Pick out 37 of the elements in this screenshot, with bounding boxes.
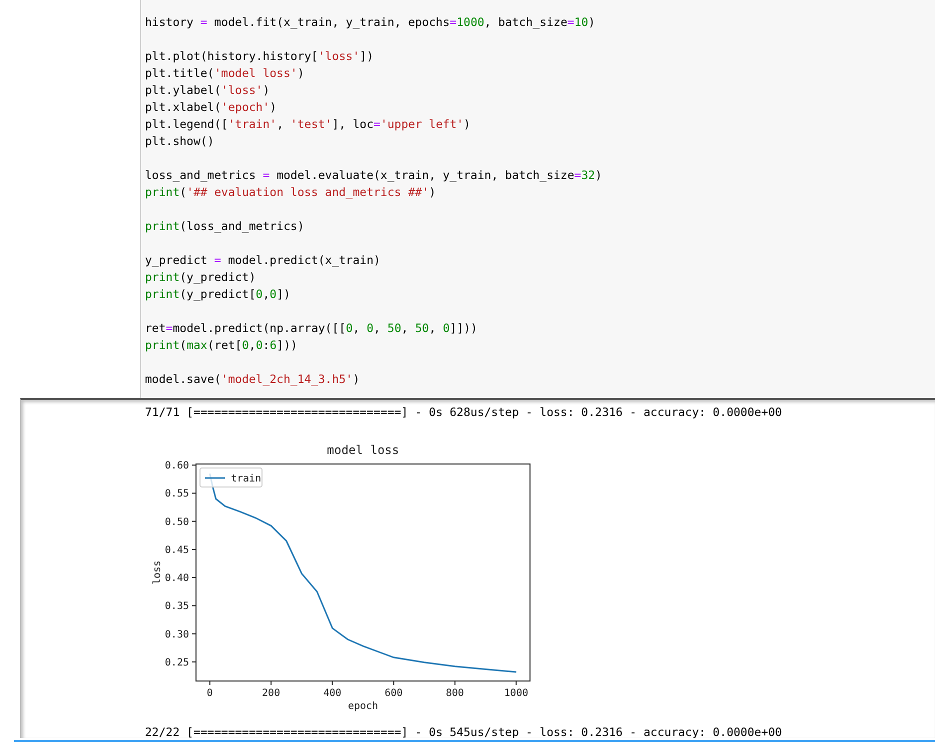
code-line: y_predict = model.predict(x_train): [145, 252, 380, 269]
x-tick-label: 1000: [504, 688, 528, 699]
legend-label: train: [231, 474, 262, 484]
code-cell[interactable]: [140, 0, 935, 398]
code-line: print(y_predict[0,0]): [145, 286, 290, 303]
code-line: loss_and_metrics = model.evaluate(x_train, y_train, batch_size=32): [145, 167, 602, 184]
log-line: 71/71 [==============================] - 0s 628us/step - loss: 0.2316 - accuracy: 0.0000e+00: [145, 404, 782, 421]
x-axis-label: epoch: [348, 701, 378, 712]
x-tick-label: 0: [206, 688, 213, 699]
x-tick-label: 400: [323, 688, 342, 699]
code-line: plt.legend(['train', 'test'], loc='upper left'): [145, 116, 470, 133]
y-tick-label: 0.55: [164, 488, 189, 500]
y-axis-label: loss: [152, 560, 163, 585]
code-line: plt.title('model loss'): [145, 65, 304, 82]
y-tick-label: 0.45: [164, 544, 189, 556]
code-line: print('## evaluation loss and_metrics ##'): [145, 184, 436, 201]
x-tick-label: 600: [384, 688, 403, 699]
code-line: plt.xlabel('epoch'): [145, 99, 277, 116]
legend-box: [200, 468, 262, 488]
code-line: plt.plot(history.history['loss']): [145, 48, 374, 65]
y-tick-label: 0.60: [164, 460, 189, 472]
chart-title: model loss: [326, 443, 400, 457]
y-tick-label: 0.25: [164, 657, 189, 668]
code-line: ret=model.predict(np.array([[0, 0, 50, 50, 0]])): [145, 320, 478, 337]
code-line: plt.ylabel('loss'): [145, 82, 270, 99]
code-line: model.save('model_2ch_14_3.h5'): [145, 371, 360, 388]
code-line: print(y_predict): [145, 269, 256, 286]
code-line: plt.show(): [145, 133, 214, 150]
y-tick-label: 0.35: [164, 601, 189, 612]
code-line: print(max(ret[0,0:6])): [145, 337, 298, 354]
y-tick-label: 0.50: [164, 516, 189, 528]
code-line: print(loss_and_metrics): [145, 218, 304, 235]
x-tick-label: 800: [446, 688, 464, 699]
x-tick-label: 200: [262, 688, 280, 699]
code-line: history = model.fit(x_train, y_train, epochs=1000, batch_size=10): [145, 14, 596, 31]
y-tick-label: 0.30: [164, 629, 189, 640]
y-tick-label: 0.40: [164, 573, 189, 584]
